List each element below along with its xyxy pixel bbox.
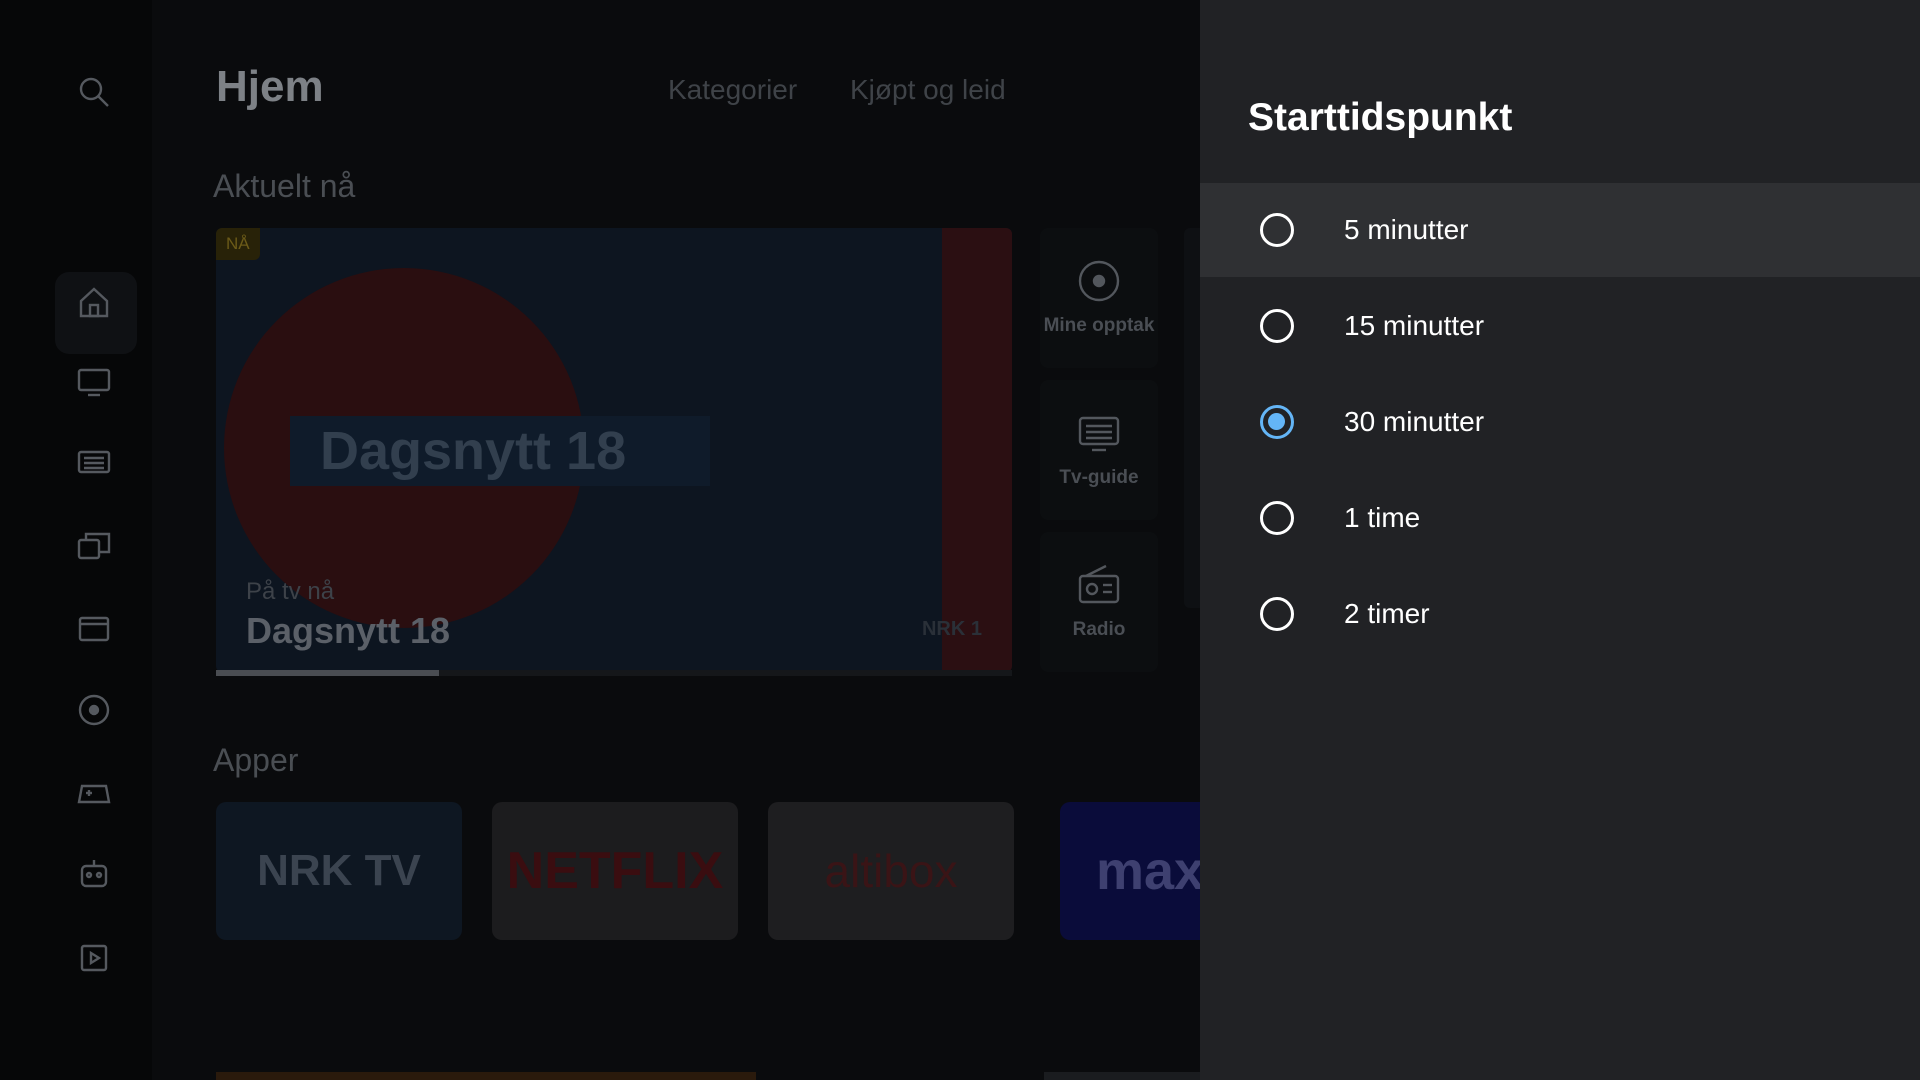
quick-link-mine-opptak[interactable]: Mine opptak (1040, 228, 1158, 368)
radio-button[interactable] (1260, 309, 1294, 343)
panel-title: Starttidspunkt (1248, 96, 1513, 139)
home-icon[interactable] (72, 280, 116, 324)
app-label: altibox (824, 845, 958, 897)
hero-artwork-bar (942, 228, 1012, 672)
quick-link-tv-guide[interactable]: Tv-guide (1040, 380, 1158, 520)
app-tile-max[interactable]: max (1060, 802, 1200, 940)
tab-kjopt-og-leid[interactable]: Kjøpt og leid (850, 74, 1006, 106)
option-1-time[interactable]: 1 time (1200, 471, 1920, 565)
search-icon[interactable] (72, 70, 116, 114)
tab-kategorier[interactable]: Kategorier (668, 74, 797, 106)
radio-button[interactable] (1260, 501, 1294, 535)
quick-link-label: Mine opptak (1043, 315, 1155, 336)
hero-program-title: Dagsnytt 18 (246, 610, 451, 651)
live-badge: NÅ (216, 228, 260, 260)
page-title: Hjem (216, 62, 324, 111)
hero-card[interactable]: NÅ Dagsnytt 18 På tv nå Dagsnytt 18 NRK … (216, 228, 1012, 672)
play-store-icon[interactable] (72, 934, 116, 978)
app-tile-netflix[interactable]: NETFLIX (492, 802, 738, 940)
hero-artwork-title: Dagsnytt 18 (320, 421, 627, 481)
option-15-minutter[interactable]: 15 minutter (1200, 279, 1920, 373)
kids-icon[interactable] (72, 852, 116, 896)
hero-subtitle: På tv nå (246, 578, 335, 605)
app-label: NRK TV (257, 846, 421, 895)
radio-icon (1078, 564, 1120, 604)
option-label: 1 time (1344, 502, 1421, 533)
tv-icon[interactable] (72, 360, 116, 404)
app-label: max (1096, 841, 1200, 901)
option-label: 15 minutter (1344, 310, 1485, 341)
record-icon[interactable] (72, 688, 116, 732)
hero-progress-bar (216, 670, 1012, 676)
option-label: 2 timer (1344, 598, 1430, 629)
quick-links: Mine opptak Tv-guide Radio (1040, 228, 1158, 672)
option-label: 30 minutter (1344, 406, 1485, 437)
option-label: 5 minutter (1344, 214, 1469, 245)
guide-icon (1078, 416, 1120, 452)
game-icon[interactable] (72, 770, 116, 814)
radio-button-selected[interactable] (1260, 405, 1294, 439)
quick-link-label: Tv-guide (1059, 467, 1139, 488)
channel-logo: NRK 1 (921, 618, 982, 640)
navigation-rail (0, 0, 152, 1080)
section-title-current: Aktuelt nå (213, 168, 356, 204)
quick-link-label: Radio (1072, 619, 1126, 640)
app-tile-nrk-tv[interactable]: NRK TV (216, 802, 462, 940)
app-label: NETFLIX (506, 842, 724, 900)
next-row-peek (1044, 1072, 1200, 1080)
section-title-apps: Apper (213, 742, 299, 778)
option-30-minutter[interactable]: 30 minutter (1200, 375, 1920, 469)
radio-button[interactable] (1260, 597, 1294, 631)
record-icon (1078, 260, 1120, 302)
option-5-minutter[interactable]: 5 minutter (1200, 183, 1920, 277)
app-tile-altibox[interactable]: altibox (768, 802, 1014, 940)
option-2-timer[interactable]: 2 timer (1200, 567, 1920, 661)
hero-progress-fill (216, 670, 439, 676)
start-time-panel: Starttidspunkt 5 minutter 15 minutter 30… (1200, 0, 1920, 1080)
quick-link-radio[interactable]: Radio (1040, 532, 1158, 672)
radio-button[interactable] (1260, 213, 1294, 247)
guide-icon[interactable] (72, 442, 116, 486)
next-row-peek (216, 1072, 756, 1080)
library-icon[interactable] (72, 524, 116, 568)
movie-icon[interactable] (72, 606, 116, 650)
